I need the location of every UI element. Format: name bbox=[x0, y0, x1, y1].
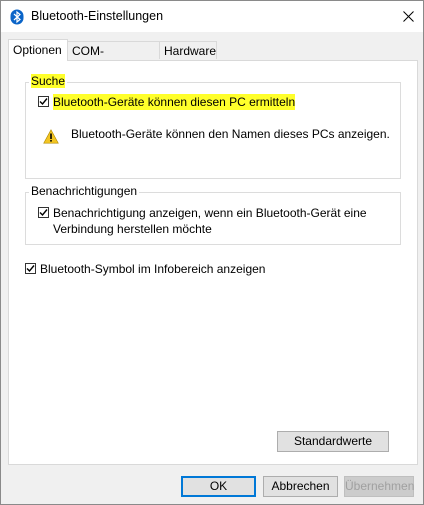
defaults-button[interactable]: Standardwerte bbox=[277, 431, 389, 452]
tab-bar: Optionen COM-Anschlüsse Hardware bbox=[8, 39, 418, 76]
checkmark-icon bbox=[39, 98, 48, 106]
close-button[interactable] bbox=[393, 1, 423, 32]
tab-com-anschluesse[interactable]: COM-Anschlüsse bbox=[67, 41, 160, 76]
notifications-group: Benachrichtigungen Benachrichtigung anze… bbox=[25, 184, 401, 245]
tray-icon-label: Bluetooth-Symbol im Infobereich anzeigen bbox=[40, 262, 266, 276]
apply-button[interactable]: Übernehmen bbox=[344, 476, 414, 497]
tray-icon-row: Bluetooth-Symbol im Infobereich anzeigen bbox=[25, 261, 265, 277]
close-icon bbox=[402, 11, 414, 22]
tray-icon-checkbox[interactable] bbox=[25, 263, 36, 274]
cancel-button[interactable]: Abbrechen bbox=[263, 476, 338, 497]
warning-text: Bluetooth-Geräte können den Namen dieses… bbox=[71, 127, 390, 141]
discoverable-label: Bluetooth-Geräte können diesen PC ermitt… bbox=[53, 94, 296, 110]
window-title: Bluetooth-Einstellungen bbox=[31, 9, 164, 23]
tab-panel-optionen: Suche Bluetooth-Geräte können diesen PC … bbox=[8, 60, 418, 465]
search-group: Suche Bluetooth-Geräte können diesen PC … bbox=[25, 74, 401, 179]
notify-label: Benachrichtigung anzeigen, wenn ein Blue… bbox=[53, 206, 367, 236]
dialog-window: Bluetooth-Einstellungen Optionen COM-Ans… bbox=[0, 0, 424, 505]
search-group-legend: Suche bbox=[29, 74, 68, 88]
tab-label: Hardware bbox=[164, 44, 217, 58]
tab-hardware[interactable]: Hardware bbox=[159, 41, 217, 59]
notify-checkbox[interactable] bbox=[38, 207, 49, 218]
tab-label: Optionen bbox=[13, 43, 62, 57]
ok-button[interactable]: OK bbox=[181, 476, 256, 497]
tab-optionen[interactable]: Optionen bbox=[8, 39, 68, 61]
bluetooth-icon bbox=[10, 9, 24, 25]
warning-icon bbox=[43, 129, 59, 147]
checkmark-icon bbox=[26, 265, 35, 273]
notifications-group-legend: Benachrichtigungen bbox=[29, 184, 140, 198]
checkmark-icon bbox=[39, 209, 48, 217]
notify-row: Benachrichtigung anzeigen, wenn ein Blue… bbox=[38, 205, 367, 237]
discoverable-row: Bluetooth-Geräte können diesen PC ermitt… bbox=[38, 94, 296, 110]
discoverable-checkbox[interactable] bbox=[38, 96, 49, 107]
title-bar[interactable]: Bluetooth-Einstellungen bbox=[1, 1, 423, 32]
